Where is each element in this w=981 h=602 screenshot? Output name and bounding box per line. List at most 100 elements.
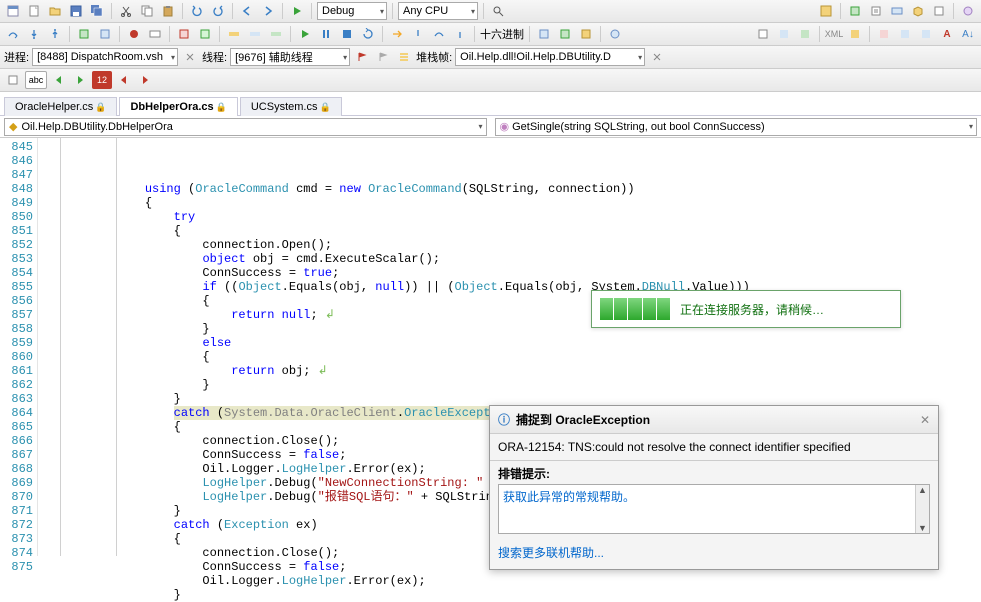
r2-d-icon[interactable]	[846, 25, 864, 43]
new-project-icon[interactable]	[4, 2, 22, 20]
step-out2-icon[interactable]	[451, 25, 469, 43]
toolbar-row-2: 十六进制 XML A A↓	[0, 23, 981, 46]
member-selector[interactable]: ◉GetSingle(string SQLString, out bool Co…	[495, 118, 978, 136]
step-out-icon[interactable]	[46, 25, 64, 43]
redo-icon[interactable]	[209, 2, 227, 20]
dbg-window-icon[interactable]	[146, 25, 164, 43]
dbg-tool-3[interactable]	[577, 25, 595, 43]
r2-f-icon[interactable]	[896, 25, 914, 43]
process-label: 进程:	[4, 49, 29, 65]
show-next-icon[interactable]	[388, 25, 406, 43]
stop-icon[interactable]	[338, 25, 356, 43]
class-view-icon[interactable]	[846, 2, 864, 20]
step-into-icon[interactable]	[25, 25, 43, 43]
step-into2-icon[interactable]	[409, 25, 427, 43]
xml-icon[interactable]: XML	[825, 25, 843, 43]
exception-assistant: ⓘ 捕捉到 OracleException ✕ ORA-12154: TNS:c…	[489, 405, 939, 570]
thread-dropdown[interactable]: [9676] 辅助线程	[230, 48, 350, 66]
prev-bm-icon[interactable]	[50, 71, 68, 89]
dbg-z2-icon[interactable]	[246, 25, 264, 43]
undo-icon[interactable]	[188, 2, 206, 20]
restart-icon[interactable]	[359, 25, 377, 43]
nav-fwd-icon[interactable]	[259, 2, 277, 20]
flag-gray-icon[interactable]	[374, 48, 392, 66]
member-nav: ◆Oil.Help.DBUtility.DbHelperOra ◉GetSing…	[0, 116, 981, 138]
step-over2-icon[interactable]	[430, 25, 448, 43]
next-bm-icon[interactable]	[71, 71, 89, 89]
lock-icon: 🔒	[95, 102, 106, 112]
properties-icon[interactable]	[867, 2, 885, 20]
toolbar-row-3: 进程: [8488] DispatchRoom.vsh 线程: [9676] 辅…	[0, 46, 981, 69]
step-over-icon[interactable]	[4, 25, 22, 43]
abc-icon[interactable]: abc	[25, 71, 47, 89]
save-all-icon[interactable]	[88, 2, 106, 20]
stack-icon[interactable]	[395, 48, 413, 66]
toolbar-row-1: Debug Any CPU	[0, 0, 981, 23]
dbg-tool-2[interactable]	[556, 25, 574, 43]
misc-icon-1[interactable]	[817, 2, 835, 20]
dbg-z1-icon[interactable]	[225, 25, 243, 43]
dbg-tool-4[interactable]	[606, 25, 624, 43]
stack-btn-icon[interactable]	[648, 48, 666, 66]
paste-icon[interactable]	[159, 2, 177, 20]
breakpoints-icon[interactable]	[125, 25, 143, 43]
thread-label: 线程:	[202, 49, 227, 65]
type-selector[interactable]: ◆Oil.Help.DBUtility.DbHelperOra	[4, 118, 487, 136]
find-icon[interactable]	[489, 2, 507, 20]
tab-ucsystem[interactable]: UCSystem.cs🔒	[240, 97, 342, 116]
copy-icon[interactable]	[138, 2, 156, 20]
hint-link[interactable]: 获取此异常的常规帮助。	[503, 490, 635, 504]
new-file-icon[interactable]	[25, 2, 43, 20]
platform-dropdown[interactable]: Any CPU	[398, 2, 478, 20]
r2-e-icon[interactable]	[875, 25, 893, 43]
pause-icon[interactable]	[317, 25, 335, 43]
dbg-z3-icon[interactable]	[267, 25, 285, 43]
open-icon[interactable]	[46, 2, 64, 20]
hint-label: 排错提示:	[490, 461, 938, 484]
tab-dbhelperora[interactable]: DbHelperOra.cs🔒	[119, 97, 237, 116]
dbg-tool-1[interactable]	[535, 25, 553, 43]
flag-red-icon[interactable]	[353, 48, 371, 66]
bm-icon[interactable]	[4, 71, 22, 89]
dbg-icon-a[interactable]	[75, 25, 93, 43]
object-browser-icon[interactable]	[888, 2, 906, 20]
progress-bar	[600, 298, 670, 320]
class-icon: ◆	[9, 120, 17, 133]
cut-icon[interactable]	[117, 2, 135, 20]
r2-h-icon[interactable]: A	[938, 25, 956, 43]
save-icon[interactable]	[67, 2, 85, 20]
exception-message: ORA-12154: TNS:could not resolve the con…	[490, 434, 938, 461]
start-page-icon[interactable]	[930, 2, 948, 20]
r2-b-icon[interactable]	[775, 25, 793, 43]
tab-oraclehelper[interactable]: OracleHelper.cs🔒	[4, 97, 117, 116]
lock-icon: 🔒	[319, 102, 330, 112]
nav-back-icon[interactable]	[238, 2, 256, 20]
config-dropdown[interactable]: Debug	[317, 2, 387, 20]
progress-overlay: 正在连接服务器，请稍候…	[591, 290, 901, 328]
continue-icon[interactable]	[296, 25, 314, 43]
dbg-x-icon[interactable]	[175, 25, 193, 43]
lock-icon: 🔒	[216, 102, 227, 112]
toolbox-icon[interactable]	[909, 2, 927, 20]
stack-label: 堆栈帧:	[416, 49, 452, 65]
prev-err-icon[interactable]	[115, 71, 133, 89]
r2-c-icon[interactable]	[796, 25, 814, 43]
close-icon[interactable]: ✕	[920, 413, 930, 427]
dbg-y-icon[interactable]	[196, 25, 214, 43]
process-dropdown[interactable]: [8488] DispatchRoom.vsh	[32, 48, 178, 66]
stack-dropdown[interactable]: Oil.Help.dll!Oil.Help.DBUtility.D	[455, 48, 645, 66]
ext-icon[interactable]	[959, 2, 977, 20]
r2-g-icon[interactable]	[917, 25, 935, 43]
start-icon[interactable]	[288, 2, 306, 20]
proc-btn-icon[interactable]	[181, 48, 199, 66]
info-icon: ⓘ	[498, 411, 510, 428]
search-help-link[interactable]: 搜索更多联机帮助...	[498, 546, 604, 560]
scrollbar[interactable]: ▲▼	[915, 485, 929, 533]
r2-i-icon[interactable]: A↓	[959, 25, 977, 43]
exception-title: 捕捉到 OracleException	[516, 411, 650, 428]
error-count-badge[interactable]: 12	[92, 71, 112, 89]
r2-a-icon[interactable]	[754, 25, 772, 43]
dbg-icon-b[interactable]	[96, 25, 114, 43]
next-err-icon[interactable]	[136, 71, 154, 89]
hex-label[interactable]: 十六进制	[480, 26, 524, 42]
